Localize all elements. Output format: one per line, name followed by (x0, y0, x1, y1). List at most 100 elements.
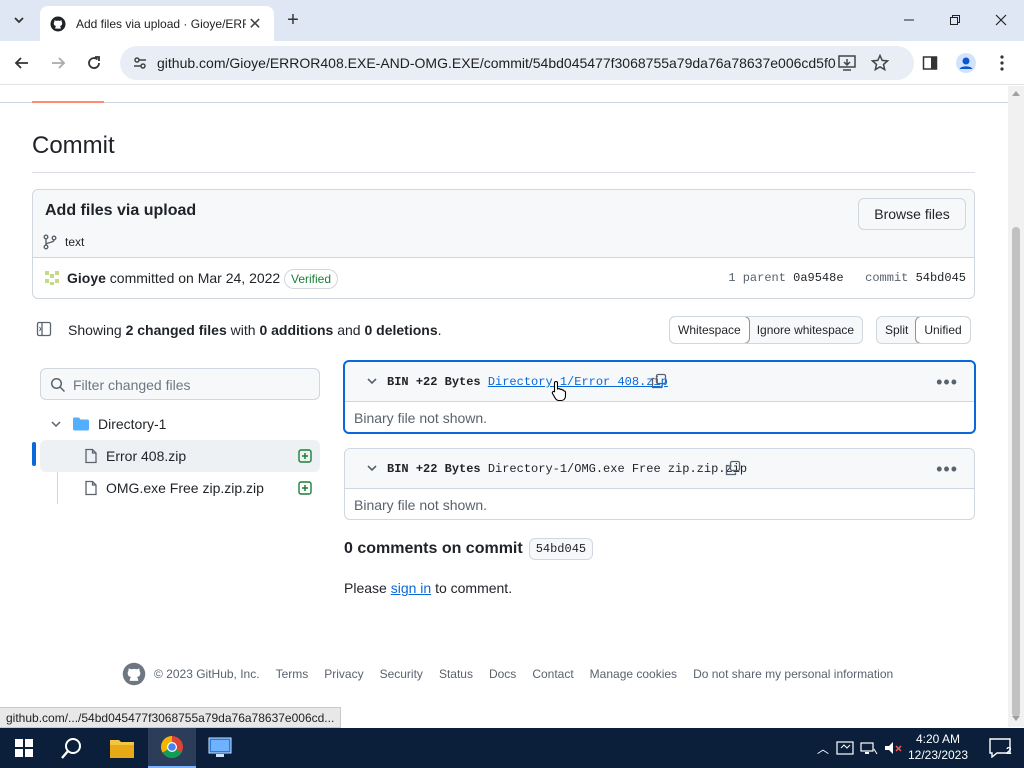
verified-badge[interactable]: Verified (284, 269, 339, 289)
minimize-button[interactable] (886, 0, 932, 40)
and-label: and (337, 322, 361, 338)
sign-in-link[interactable]: sign in (391, 580, 431, 596)
diff-type: BIN (387, 375, 409, 389)
back-button[interactable] (10, 51, 34, 75)
new-tab-button[interactable]: + (282, 9, 304, 31)
volume-muted-icon[interactable] (884, 740, 904, 756)
scroll-up-icon[interactable] (1012, 90, 1020, 96)
close-window-button[interactable] (978, 0, 1024, 40)
notification-count: 2 (1006, 746, 1012, 757)
taskbar-search-button[interactable] (48, 728, 96, 768)
reload-button[interactable] (82, 51, 106, 75)
action-center-button[interactable]: 2 (976, 728, 1024, 768)
arrow-left-icon (14, 57, 28, 69)
diff-view-toggle-group: Split Unified (876, 316, 971, 344)
start-button[interactable] (0, 728, 48, 768)
reload-icon (88, 56, 100, 69)
chrome-taskbar-button[interactable] (148, 728, 196, 768)
diff-file-body: Binary file not shown. (354, 410, 488, 426)
diff-type: BIN (387, 462, 409, 476)
more-options-icon[interactable]: ••• (936, 372, 958, 393)
repo-nav-active-indicator (32, 101, 104, 103)
author-name[interactable]: Gioye (67, 270, 106, 286)
diff-file-body: Binary file not shown. (354, 497, 488, 513)
split-button[interactable]: Split (877, 317, 916, 343)
browser-toolbar: github.com/Gioye/ERROR408.EXE-AND-OMG.EX… (0, 41, 1024, 85)
footer-link-terms[interactable]: Terms (276, 667, 309, 681)
comments-count-text: 0 comments on commit (344, 540, 523, 557)
scroll-down-icon[interactable] (1012, 716, 1020, 722)
diff-file-path-link[interactable]: Directory-1/Error 408.zip (488, 375, 668, 389)
commit-sha: 54bd045 (915, 271, 966, 285)
author-avatar[interactable] (43, 269, 61, 287)
unified-button[interactable]: Unified (915, 317, 970, 343)
show-hidden-icons-icon[interactable]: ︿ (814, 740, 832, 757)
scrollbar-thumb[interactable] (1012, 227, 1020, 717)
footer-link-status[interactable]: Status (439, 667, 473, 681)
site-footer: © 2023 GitHub, Inc. Terms Privacy Securi… (122, 662, 909, 686)
browser-menu-button[interactable] (990, 51, 1014, 75)
footer-link-contact[interactable]: Contact (532, 667, 573, 681)
search-icon (61, 738, 81, 759)
more-vertical-icon (1000, 55, 1004, 71)
browser-tabstrip: Add files via upload · Gioye/ERR ✕ + (0, 0, 1024, 41)
filter-placeholder: Filter changed files (73, 377, 191, 393)
profile-button[interactable] (954, 51, 978, 75)
browse-files-button[interactable]: Browse files (858, 198, 966, 230)
footer-link-privacy[interactable]: Privacy (324, 667, 363, 681)
file-name: Error 408.zip (106, 448, 187, 464)
diff-toolbar: Showing 2 changed files with 0 additions… (32, 314, 975, 346)
forward-button[interactable] (46, 51, 70, 75)
minimize-icon (904, 19, 914, 21)
remote-desktop-button[interactable] (196, 728, 244, 768)
system-tray: ︿ (814, 728, 904, 768)
collapse-chevron-icon[interactable] (365, 461, 379, 475)
site-info-icon[interactable] (132, 55, 148, 71)
tree-file-item[interactable]: Error 408.zip (40, 440, 320, 472)
copy-icon[interactable] (725, 460, 741, 476)
tab-search-button[interactable] (8, 9, 30, 31)
with-label: with (230, 322, 256, 338)
copy-icon[interactable] (651, 373, 667, 389)
branch-ref[interactable]: text (43, 234, 84, 250)
period: . (437, 322, 442, 338)
file-tree-toggle-icon[interactable] (36, 321, 52, 337)
filter-files-input[interactable]: Filter changed files (40, 368, 320, 400)
network-activity-icon[interactable] (836, 740, 854, 756)
restore-button[interactable] (932, 0, 978, 40)
footer-link-security[interactable]: Security (380, 667, 423, 681)
ignore-whitespace-button[interactable]: Ignore whitespace (749, 317, 862, 343)
more-options-icon[interactable]: ••• (936, 459, 958, 480)
additions-count: 0 additions (259, 322, 334, 338)
github-logo-icon[interactable] (122, 662, 146, 686)
footer-link-manage-cookies[interactable]: Manage cookies (590, 667, 677, 681)
branch-name: text (65, 235, 85, 249)
page-content: Commit Add files via upload text Browse … (0, 86, 1008, 727)
diff-size: +22 Bytes (415, 462, 481, 476)
windows-logo-icon (15, 739, 33, 757)
tree-directory[interactable]: Directory-1 (40, 408, 320, 440)
tab-close-icon[interactable]: ✕ (246, 15, 264, 33)
commit-author-line: Gioye committed on Mar 24, 2022 (67, 270, 280, 286)
clock-date: 12/23/2023 (907, 748, 969, 762)
install-app-icon[interactable] (838, 55, 856, 71)
diff-file-info: BIN +22 Bytes Directory-1/Error 408.zip (387, 375, 668, 389)
bookmark-star-icon[interactable] (871, 54, 889, 72)
side-panel-button[interactable] (918, 51, 942, 75)
parent-sha-link[interactable]: 0a9548e (793, 271, 843, 285)
whitespace-button[interactable]: Whitespace (670, 317, 750, 343)
tree-file-item[interactable]: OMG.exe Free zip.zip.zip (40, 472, 320, 504)
title-divider (32, 172, 975, 173)
footer-link-do-not-share[interactable]: Do not share my personal information (693, 667, 893, 681)
page-scrollbar[interactable] (1008, 86, 1024, 727)
footer-link-docs[interactable]: Docs (489, 667, 516, 681)
browser-tab[interactable]: Add files via upload · Gioye/ERR ✕ (40, 6, 274, 41)
diff-file-path-link[interactable]: Directory-1/OMG.exe Free zip.zip.zip (488, 462, 747, 476)
taskbar-clock[interactable]: 4:20 AM 12/23/2023 (902, 731, 974, 763)
network-icon[interactable] (860, 740, 878, 756)
hand-cursor-icon (551, 380, 567, 402)
whitespace-toggle-group: Whitespace Ignore whitespace (669, 316, 864, 344)
address-bar[interactable]: github.com/Gioye/ERROR408.EXE-AND-OMG.EX… (120, 46, 914, 80)
collapse-chevron-icon[interactable] (365, 374, 379, 388)
file-explorer-button[interactable] (98, 728, 146, 768)
